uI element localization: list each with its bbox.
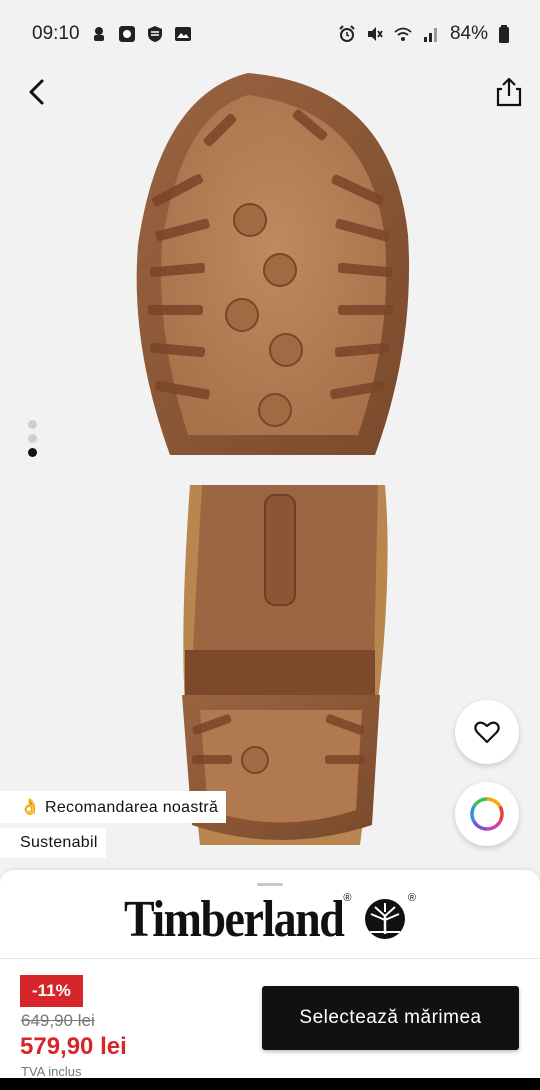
brand-name: Timberland (124, 889, 345, 948)
color-picker-button[interactable] (455, 782, 519, 846)
old-price: 649,90 lei (21, 1011, 95, 1030)
discount-badge: -11% (20, 975, 83, 1007)
select-size-button[interactable]: Selectează mărimea (262, 986, 519, 1050)
color-wheel-icon (470, 797, 504, 831)
status-right: 84% (338, 23, 510, 45)
battery-icon (499, 25, 509, 43)
current-price: 579,90 lei (20, 1033, 127, 1060)
wifi-icon (394, 27, 412, 41)
brand-logo[interactable]: Timberland® ® (0, 889, 540, 948)
gallery-pagination[interactable] (28, 420, 37, 457)
shield-icon (147, 26, 162, 42)
sustainable-label: Sustenabil (20, 834, 98, 851)
brand-logo-reg-mark: ® (407, 892, 416, 904)
signal-icon (423, 28, 437, 42)
clock-app-icon (118, 26, 135, 42)
recommendation-tag: 👌 Recomandarea noastră (0, 791, 227, 823)
battery-percent: 84% (449, 23, 488, 44)
product-sheet[interactable]: Timberland® ® (0, 870, 540, 960)
mute-icon (367, 27, 383, 41)
share-icon[interactable] (494, 76, 524, 108)
gallery-dot-1[interactable] (28, 420, 37, 429)
sheet-handle[interactable] (257, 883, 283, 886)
status-time: 09:10 (32, 23, 80, 44)
tree-logo-icon (364, 898, 405, 939)
gallery-dot-3-active[interactable] (28, 448, 37, 457)
alarm-icon (339, 25, 355, 42)
notification-icon (93, 27, 104, 41)
recommendation-label: Recomandarea noastră (44, 799, 219, 816)
wishlist-button[interactable] (455, 700, 519, 764)
system-nav-bar (0, 1078, 540, 1090)
heart-icon (474, 721, 500, 744)
sustainable-tag: Sustenabil (0, 828, 106, 858)
status-left: 09:10 (32, 23, 192, 45)
vat-note: TVA inclus (21, 1064, 82, 1079)
brand-reg-mark: ® (343, 892, 352, 904)
gallery-dot-2[interactable] (28, 434, 37, 443)
chevron-left-icon[interactable] (22, 76, 54, 108)
product-image[interactable] (130, 65, 415, 865)
ok-hand-icon: 👌 (20, 799, 41, 816)
purchase-bar: -11% 649,90 lei 579,90 lei TVA inclus Se… (0, 958, 540, 1079)
gallery-icon (174, 27, 191, 41)
status-bar: 09:10 84% (0, 0, 540, 68)
